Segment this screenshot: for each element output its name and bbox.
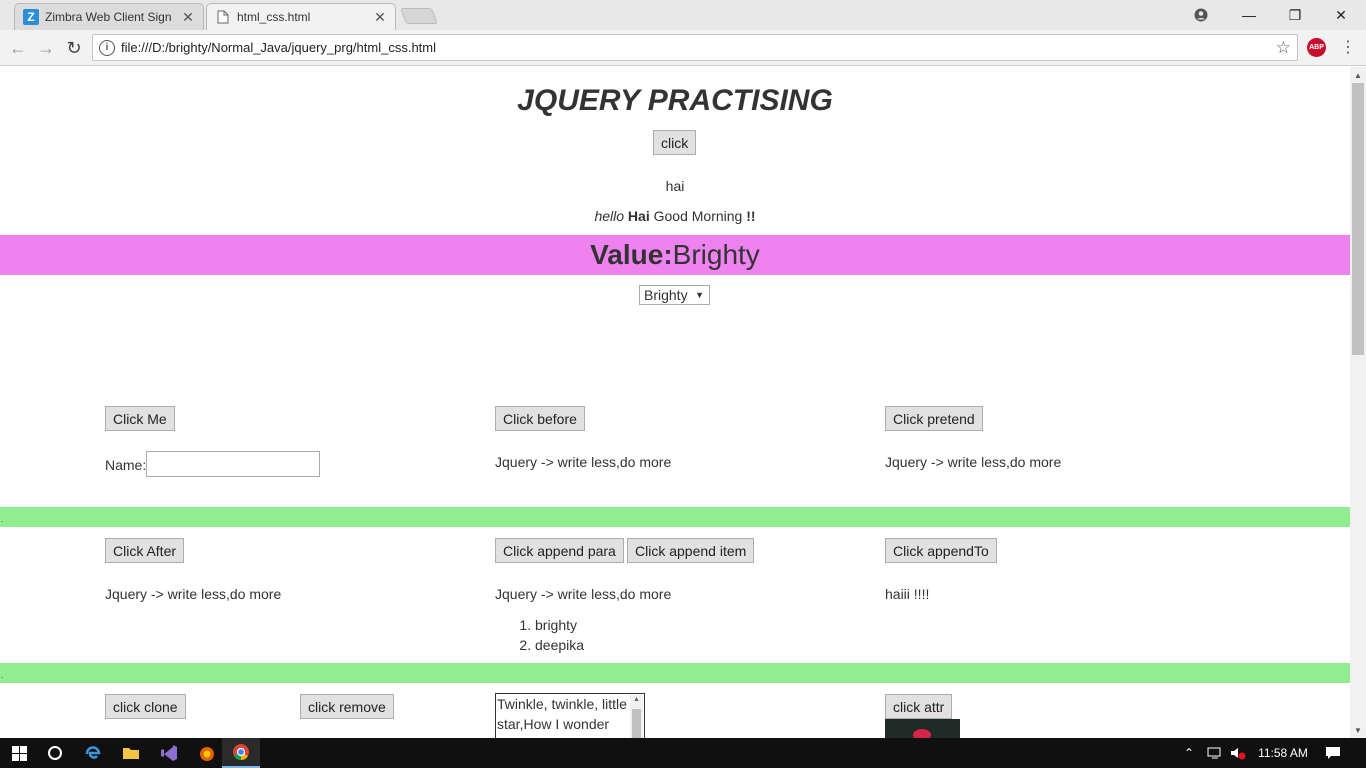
name-select[interactable]: Brighty ▼	[639, 285, 710, 305]
click-before-button[interactable]: Click before	[495, 406, 585, 431]
browser-tabstrip: Z Zimbra Web Client Sign I ✕ html_css.ht…	[0, 0, 1366, 30]
profile-icon[interactable]	[1178, 0, 1224, 30]
appendto-text: haiii !!!!	[885, 586, 930, 602]
list-item: deepika	[535, 635, 584, 655]
tray-chevron-icon[interactable]: ⌃	[1184, 738, 1194, 768]
page-scrollbar[interactable]: ▲ ▼	[1350, 67, 1366, 738]
name-input[interactable]	[146, 451, 320, 477]
minimize-icon[interactable]: —	[1226, 0, 1272, 30]
windows-start-icon[interactable]	[0, 738, 38, 768]
click-after-button[interactable]: Click After	[105, 538, 185, 563]
edge-icon[interactable]	[74, 738, 112, 768]
page-title: JQUERY PRACTISING	[517, 84, 833, 117]
browser-toolbar: ← → ↻ i file:///D:/brighty/Normal_Java/j…	[0, 30, 1366, 66]
tab-zimbra[interactable]: Z Zimbra Web Client Sign I ✕	[14, 3, 204, 30]
url-text[interactable]: file:///D:/brighty/Normal_Java/jquery_pr…	[121, 40, 1276, 55]
select-value: Brighty	[644, 287, 688, 303]
network-icon[interactable]	[1207, 738, 1223, 768]
menu-icon[interactable]: ⋮	[1340, 38, 1356, 58]
search-icon[interactable]	[36, 738, 74, 768]
close-icon[interactable]: ✕	[181, 9, 195, 26]
back-icon[interactable]: ←	[7, 37, 29, 59]
click-remove-button[interactable]: click remove	[300, 694, 394, 719]
click-clone-button[interactable]: click clone	[105, 694, 186, 719]
chrome-icon[interactable]	[222, 738, 260, 768]
divider-bar: .	[0, 507, 1350, 527]
divider-bar: .	[0, 663, 1350, 683]
poem-textarea[interactable]: Twinkle, twinkle, little star,How I wond…	[495, 693, 645, 738]
list-item: brighty	[535, 615, 584, 635]
scroll-thumb[interactable]	[632, 709, 641, 738]
textarea-text: Twinkle, twinkle, little star,How I wond…	[497, 696, 627, 732]
scroll-up-icon[interactable]: ▲	[630, 695, 643, 705]
info-icon[interactable]: i	[99, 39, 115, 56]
greeting-rest: Good Morning	[653, 208, 743, 224]
before-text: Jquery -> write less,do more	[495, 454, 672, 470]
value-bar: Value: Brighty	[0, 235, 1350, 275]
scroll-down-icon[interactable]: ▼	[1350, 722, 1366, 738]
flower-image	[885, 719, 960, 738]
append-text: Jquery -> write less,do more	[495, 586, 672, 602]
click-attr-button[interactable]: click attr	[885, 694, 953, 719]
clock-time[interactable]: 11:58 AM	[1257, 738, 1309, 768]
click-append-para-button[interactable]: Click append para	[495, 538, 624, 563]
scroll-thumb[interactable]	[1352, 83, 1364, 355]
notifications-icon[interactable]	[1325, 738, 1341, 768]
close-icon[interactable]: ✕	[373, 9, 387, 26]
file-explorer-icon[interactable]	[112, 738, 150, 768]
click-append-item-button[interactable]: Click append item	[627, 538, 755, 563]
adblock-icon[interactable]: ABP	[1307, 38, 1326, 57]
value-label: Value:	[590, 239, 673, 270]
address-bar[interactable]: i file:///D:/brighty/Normal_Java/jquery_…	[92, 34, 1298, 61]
chevron-down-icon: ▼	[695, 290, 704, 300]
tab-title: html_css.html	[237, 10, 311, 24]
new-tab-button[interactable]	[400, 8, 438, 24]
tab-title: Zimbra Web Client Sign I	[45, 10, 175, 24]
reload-icon[interactable]: ↻	[63, 37, 85, 59]
greeting-hello: hello	[594, 208, 625, 224]
hai-text: hai	[665, 178, 685, 194]
textarea-scrollbar[interactable]: ▲	[630, 695, 643, 738]
tab-html-css[interactable]: html_css.html ✕	[206, 3, 396, 30]
bookmark-star-icon[interactable]: ☆	[1276, 38, 1291, 58]
page-icon	[215, 9, 231, 25]
value-text: Brighty	[672, 239, 760, 270]
click-appendto-button[interactable]: Click appendTo	[885, 538, 997, 563]
visual-studio-icon[interactable]	[150, 738, 188, 768]
click-pretend-button[interactable]: Click pretend	[885, 406, 983, 431]
name-label: Name:	[105, 457, 147, 473]
greeting-bang: !!	[746, 208, 756, 224]
append-list: brighty deepika	[535, 615, 584, 655]
click-button[interactable]: click	[653, 130, 697, 155]
after-text: Jquery -> write less,do more	[105, 586, 282, 602]
scroll-up-icon[interactable]: ▲	[1350, 67, 1366, 83]
window-close-icon[interactable]: ✕	[1318, 0, 1364, 30]
zimbra-icon: Z	[23, 9, 39, 25]
forward-icon[interactable]: →	[35, 37, 57, 59]
taskbar: ⌃ 11:58 AM	[0, 738, 1366, 768]
greeting-line: hello Hai Good Morning !!	[0, 208, 1350, 224]
click-me-button[interactable]: Click Me	[105, 406, 175, 431]
restore-icon[interactable]: ❐	[1272, 0, 1318, 30]
volume-muted-icon[interactable]	[1230, 738, 1246, 768]
firefox-icon[interactable]	[188, 738, 226, 768]
page-viewport: JQUERY PRACTISING click hai hello Hai Go…	[0, 67, 1350, 738]
greeting-hai: Hai	[627, 208, 650, 224]
pretend-text: Jquery -> write less,do more	[885, 454, 1062, 470]
